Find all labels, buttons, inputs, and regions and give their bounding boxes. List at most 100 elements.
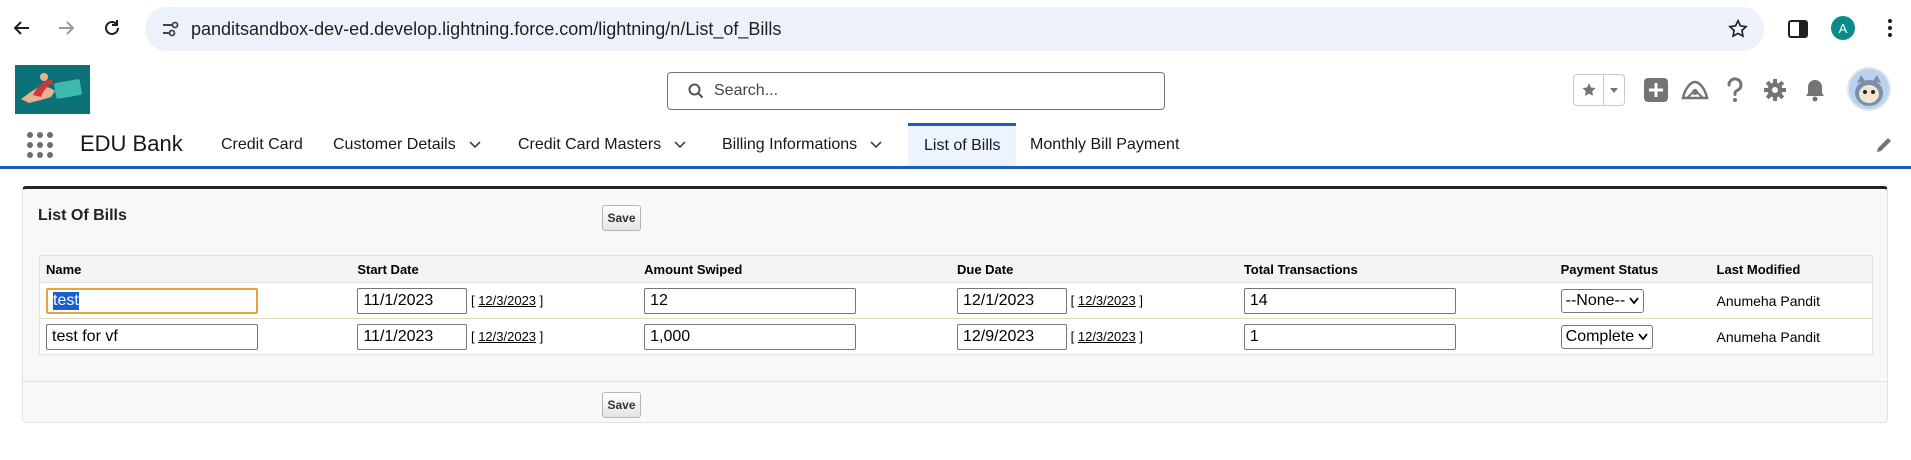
address-bar[interactable]: panditsandbox-dev-ed.develop.lightning.f… bbox=[145, 7, 1764, 51]
forward-button[interactable] bbox=[50, 12, 82, 44]
list-of-bills-page-block: List Of Bills Save Name Start Date Amoun… bbox=[22, 186, 1888, 423]
bracket-close: ] bbox=[539, 292, 544, 308]
bracket-close: ] bbox=[1139, 292, 1143, 308]
bracket-close: ] bbox=[1139, 328, 1143, 344]
favorite-star-button[interactable] bbox=[1574, 75, 1605, 105]
total-transactions-input[interactable]: 14 bbox=[1243, 287, 1456, 314]
help-button[interactable] bbox=[1721, 76, 1749, 104]
site-settings-icon[interactable] bbox=[161, 20, 179, 38]
nav-tab-label: Credit Card Masters bbox=[518, 135, 662, 153]
nav-tab-label: Credit Card bbox=[221, 135, 303, 153]
payment-status-select[interactable]: --None-- bbox=[1560, 288, 1645, 313]
cell-last-modified: Anumeha Pandit bbox=[1716, 328, 1821, 345]
column-header-payment-status: Payment Status bbox=[1554, 255, 1711, 283]
back-arrow-icon bbox=[13, 21, 29, 35]
name-input[interactable]: test for vf bbox=[46, 323, 258, 350]
today-date-link[interactable]: 12/3/2023 bbox=[1078, 293, 1136, 308]
chevron-down-icon bbox=[1638, 332, 1648, 340]
cell-payment-status: Complete bbox=[1555, 319, 1711, 355]
bracket-close: ] bbox=[539, 328, 544, 344]
nav-tab-credit-card-masters[interactable]: Credit Card Masters bbox=[518, 123, 687, 166]
favorites-menu-button[interactable] bbox=[1604, 75, 1624, 105]
column-header-total-transactions: Total Transactions bbox=[1237, 255, 1555, 283]
table-row: test 11/1/2023 [ 12/3/2023 ] 12 12/1/202… bbox=[39, 282, 1873, 319]
side-panel-icon[interactable] bbox=[1784, 15, 1812, 43]
page-block-title: List Of Bills bbox=[38, 207, 127, 224]
chevron-down-icon bbox=[1629, 296, 1639, 304]
nav-tab-customer-details[interactable]: Customer Details bbox=[333, 123, 482, 166]
cell-start-date: 11/1/2023 [ 12/3/2023 ] bbox=[351, 319, 638, 355]
back-button[interactable] bbox=[6, 12, 38, 44]
amount-swiped-input[interactable]: 1,000 bbox=[644, 323, 857, 350]
start-date-input[interactable]: 11/1/2023 bbox=[357, 323, 468, 350]
chevron-down-icon[interactable] bbox=[673, 138, 687, 152]
org-logo[interactable] bbox=[15, 65, 90, 114]
reload-icon bbox=[105, 20, 119, 35]
chevron-down-icon[interactable] bbox=[869, 138, 883, 152]
today-date-link[interactable]: 12/3/2023 bbox=[478, 293, 536, 308]
bell-icon bbox=[1806, 80, 1824, 102]
total-transactions-value: 1 bbox=[1249, 327, 1259, 345]
today-date-link[interactable]: 12/3/2023 bbox=[478, 329, 536, 344]
nav-tab-list-of-bills[interactable]: List of Bills bbox=[908, 123, 1017, 166]
gear-icon bbox=[1764, 79, 1786, 101]
nav-tab-credit-card[interactable]: Credit Card bbox=[221, 123, 303, 166]
cell-start-date: 11/1/2023 [ 12/3/2023 ] bbox=[351, 282, 639, 319]
nav-tab-billing-informations[interactable]: Billing Informations bbox=[722, 123, 883, 166]
column-header-start-date: Start Date bbox=[351, 255, 639, 283]
total-transactions-value: 14 bbox=[1249, 291, 1268, 309]
app-launcher-icon[interactable] bbox=[27, 132, 53, 158]
table-header-row: Name Start Date Amount Swiped Due Date T… bbox=[39, 255, 1873, 283]
name-input[interactable]: test bbox=[46, 287, 258, 314]
column-header-name: Name bbox=[39, 255, 352, 283]
today-date-link[interactable]: 12/3/2023 bbox=[1078, 329, 1136, 344]
name-input-value: test for vf bbox=[52, 327, 118, 345]
plus-icon bbox=[1644, 78, 1668, 102]
total-transactions-input[interactable]: 1 bbox=[1243, 323, 1456, 350]
app-name: EDU Bank bbox=[80, 131, 183, 156]
url-text[interactable]: panditsandbox-dev-ed.develop.lightning.f… bbox=[191, 19, 781, 40]
edit-nav-pencil-icon[interactable] bbox=[1874, 135, 1894, 155]
bookmark-star-icon[interactable] bbox=[1726, 17, 1750, 41]
global-actions-button[interactable] bbox=[1642, 76, 1670, 104]
reload-button[interactable] bbox=[96, 12, 128, 44]
trailhead-guidance-button[interactable] bbox=[1681, 76, 1709, 104]
start-date-value: 11/1/2023 bbox=[363, 291, 434, 309]
start-date-value: 11/1/2023 bbox=[363, 327, 434, 345]
star-icon bbox=[1582, 83, 1596, 96]
amount-swiped-value: 1,000 bbox=[650, 327, 691, 345]
chevron-down-icon[interactable] bbox=[468, 138, 482, 152]
nav-tab-monthly-bill-payment[interactable]: Monthly Bill Payment bbox=[1030, 123, 1179, 166]
column-header-amount-swiped: Amount Swiped bbox=[638, 255, 951, 283]
bracket-open: [ bbox=[1070, 292, 1075, 308]
browser-menu-icon[interactable] bbox=[1882, 14, 1898, 42]
caret-down-icon bbox=[1610, 88, 1619, 93]
start-date-input[interactable]: 11/1/2023 bbox=[357, 287, 468, 314]
due-date-value: 12/1/2023 bbox=[962, 291, 1035, 309]
cell-last-modified: Anumeha Pandit bbox=[1710, 282, 1873, 319]
app-navigation-bar: EDU Bank Credit Card Customer Details Cr… bbox=[0, 123, 1911, 169]
astro-avatar-icon bbox=[1849, 69, 1889, 109]
favorites-group bbox=[1573, 74, 1625, 106]
page-block-footer-divider bbox=[23, 381, 1887, 382]
save-button-top[interactable]: Save bbox=[602, 205, 641, 231]
setup-button[interactable] bbox=[1761, 76, 1789, 104]
cell-amount-swiped: 12 bbox=[638, 282, 951, 319]
search-icon bbox=[688, 83, 704, 99]
due-date-input[interactable]: 12/9/2023 bbox=[956, 323, 1067, 350]
payment-status-value: --None-- bbox=[1565, 291, 1626, 309]
due-date-input[interactable]: 12/1/2023 bbox=[956, 287, 1067, 314]
question-mark-icon bbox=[1727, 77, 1743, 102]
bracket-open: [ bbox=[470, 292, 475, 308]
cell-payment-status: --None-- bbox=[1554, 282, 1711, 319]
save-button-bottom[interactable]: Save bbox=[602, 392, 641, 418]
cell-due-date: 12/9/2023 [ 12/3/2023 ] bbox=[951, 319, 1238, 355]
notifications-button[interactable] bbox=[1801, 76, 1829, 104]
due-date-value: 12/9/2023 bbox=[962, 327, 1035, 345]
bills-table: Name Start Date Amount Swiped Due Date T… bbox=[39, 255, 1873, 355]
browser-profile-avatar[interactable]: A bbox=[1831, 16, 1855, 40]
amount-swiped-input[interactable]: 12 bbox=[644, 287, 857, 314]
user-avatar[interactable] bbox=[1847, 67, 1891, 111]
payment-status-select[interactable]: Complete bbox=[1560, 324, 1654, 349]
global-search-input[interactable]: Search... bbox=[667, 72, 1165, 110]
